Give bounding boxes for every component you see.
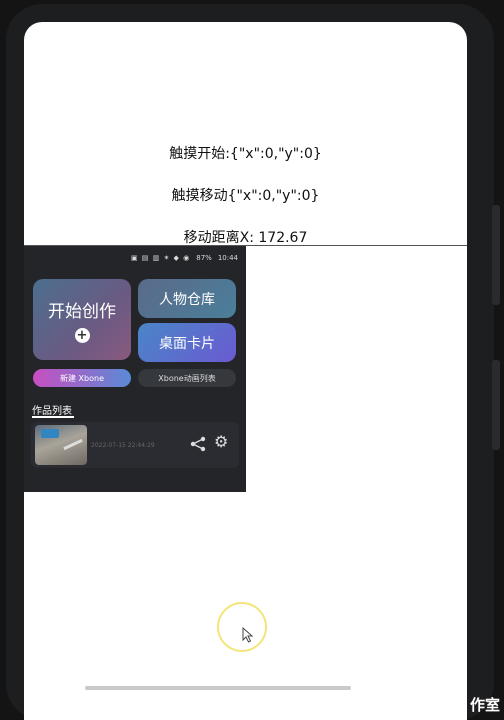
start-create-button[interactable]: 开始创作 + [33,279,131,360]
work-item[interactable]: 2022-07-15 22:44:29 ⚙ [31,422,239,468]
desktop-card-button[interactable]: 桌面卡片 [138,323,236,362]
new-xbone-label: 新建 Xbone [60,373,104,383]
new-xbone-button[interactable]: 新建 Xbone [33,369,131,387]
status-bar: ▣ ▤ ▥ ✶ ◆ ◉ 87% 10:44 [24,246,246,270]
touch-move-text: 触摸移动{"x":0,"y":0} [171,188,320,204]
preview-card[interactable]: ▣ ▤ ▥ ✶ ◆ ◉ 87% 10:44 开始创作 + 人物仓库 桌面卡片 新… [24,246,246,492]
power-button [492,360,500,450]
xbone-animation-list-button[interactable]: Xbone动画列表 [138,369,236,387]
watermark-text: 作室 [469,696,500,714]
status-icons: ▣ ▤ ▥ ✶ ◆ ◉ [130,254,191,262]
desktop-card-label: 桌面卡片 [159,335,215,352]
thumbnail-detail [63,438,83,451]
start-create-label: 开始创作 [48,301,116,322]
home-indicator[interactable] [85,686,351,690]
move-distance-text: 移动距离X: 172.67 [183,230,308,246]
plus-icon: + [74,327,90,343]
work-date: 2022-07-15 22:44:29 [91,442,155,449]
battery-level: 87% [196,254,212,262]
clock-time: 10:44 [217,254,238,262]
works-section-title: 作品列表 [32,406,72,417]
cursor-icon [242,627,254,643]
volume-button [492,205,500,305]
character-library-button[interactable]: 人物仓库 [138,279,236,318]
thumbnail-detail [41,429,59,438]
share-icon[interactable] [189,435,207,453]
gear-icon[interactable]: ⚙ [214,434,228,450]
xbone-animation-list-label: Xbone动画列表 [158,373,216,383]
touch-start-text: 触摸开始:{"x":0,"y":0} [169,146,322,162]
works-tab-underline [32,416,74,418]
character-library-label: 人物仓库 [159,291,215,308]
work-thumbnail[interactable] [35,425,87,465]
